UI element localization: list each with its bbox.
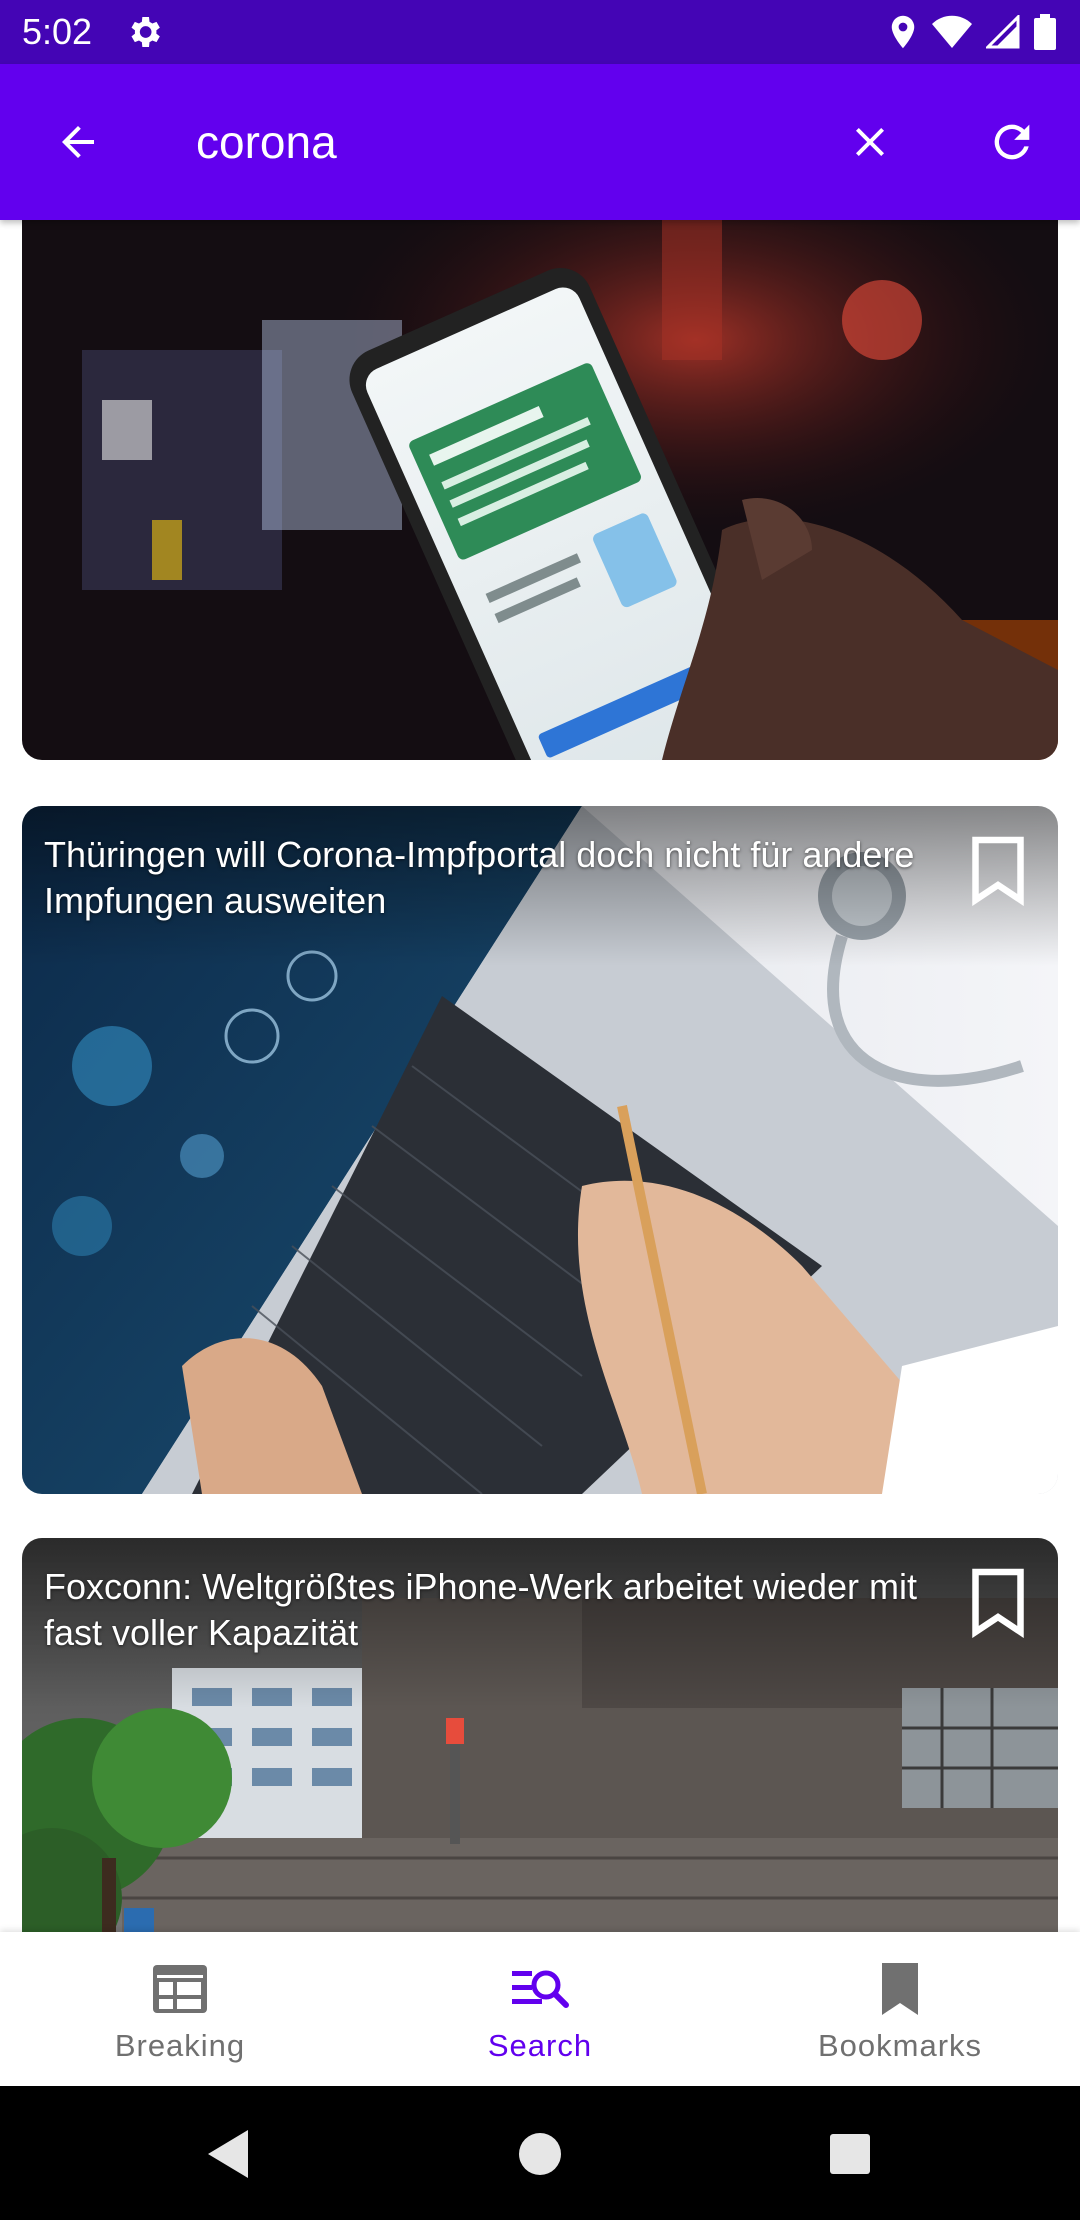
- arrow-back-icon: [62, 126, 94, 158]
- article-card[interactable]: Thüringen will Corona-Impfportal doch ni…: [22, 806, 1058, 1494]
- search-results-list[interactable]: Thüringen will Corona-Impfportal doch ni…: [0, 220, 1080, 1932]
- location-icon: [891, 15, 915, 49]
- article-card[interactable]: Foxconn: Weltgrößtes iPhone-Werk arbeite…: [22, 1538, 1058, 1932]
- clear-search-button[interactable]: [834, 110, 906, 174]
- triangle-back-icon: [208, 2130, 248, 2178]
- system-recents-button[interactable]: [818, 2122, 882, 2186]
- bottom-navigation: Breaking Search Bookmarks: [0, 1932, 1080, 2086]
- cell-signal-icon: [986, 15, 1020, 49]
- system-home-button[interactable]: [508, 2122, 572, 2186]
- search-app-bar: [0, 64, 1080, 220]
- newspaper-icon: [153, 1965, 207, 2013]
- battery-icon: [1034, 14, 1056, 50]
- nav-label-breaking: Breaking: [114, 2028, 246, 2063]
- settings-gear-icon: [131, 17, 160, 47]
- bookmark-outline-icon[interactable]: [968, 1566, 1028, 1638]
- article-card[interactable]: [22, 220, 1058, 760]
- nav-item-bookmarks[interactable]: Bookmarks: [720, 1932, 1080, 2086]
- nav-label-bookmarks: Bookmarks: [817, 2028, 983, 2063]
- status-icons: [888, 10, 1056, 54]
- circle-home-icon: [519, 2133, 561, 2175]
- status-bar: 5:02: [0, 0, 1080, 64]
- bookmark-outline-icon[interactable]: [968, 834, 1028, 906]
- system-navigation-bar: [0, 2086, 1080, 2220]
- refresh-button[interactable]: [976, 110, 1048, 174]
- square-recents-icon: [830, 2134, 870, 2174]
- back-button[interactable]: [40, 110, 116, 174]
- nav-item-search[interactable]: Search: [360, 1932, 720, 2086]
- wifi-icon: [932, 15, 972, 48]
- nav-item-breaking[interactable]: Breaking: [0, 1932, 360, 2086]
- article-title: Thüringen will Corona-Impfportal doch ni…: [44, 834, 915, 921]
- article-image: [22, 220, 1058, 760]
- system-back-button[interactable]: [196, 2122, 260, 2186]
- bookmark-icon: [882, 1963, 918, 2015]
- nav-label-search: Search: [487, 2028, 593, 2063]
- search-input[interactable]: [196, 106, 776, 178]
- refresh-icon: [994, 124, 1030, 160]
- close-icon: [856, 128, 884, 156]
- status-time: 5:02: [22, 11, 93, 52]
- article-title: Foxconn: Weltgrößtes iPhone-Werk arbeite…: [44, 1566, 918, 1653]
- search-list-icon: [512, 1970, 569, 2008]
